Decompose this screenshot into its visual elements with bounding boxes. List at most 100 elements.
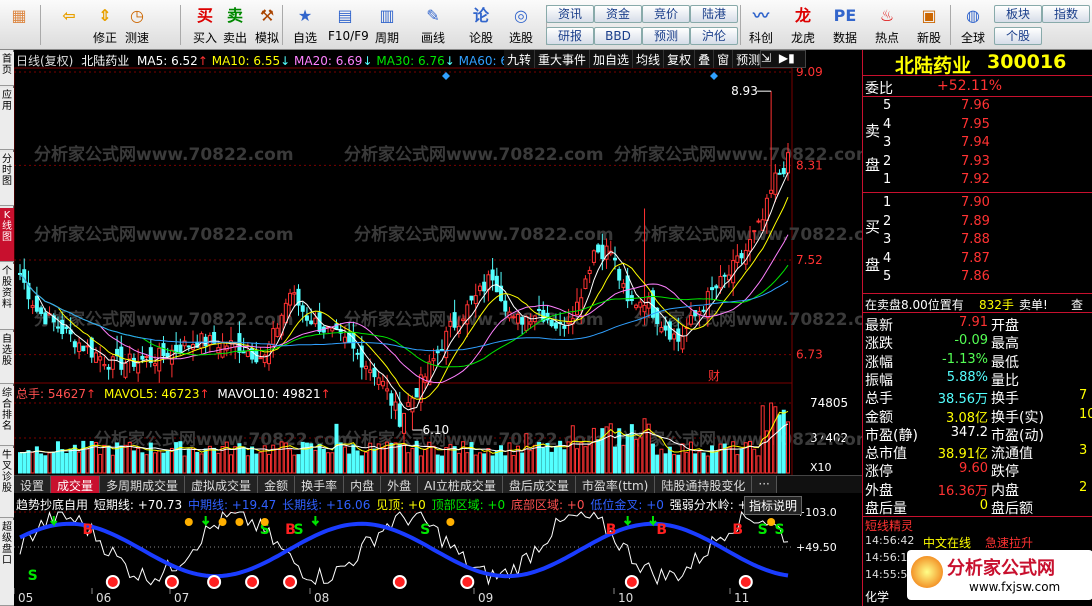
toolbar-button-label: 卖出 (222, 31, 247, 45)
panel-stock-code: 300016 (987, 51, 1067, 73)
toolbar-button-7[interactable]: ⚒ 模拟 (250, 2, 284, 48)
indicator-tab-11[interactable]: 市盈率(ttm) (575, 476, 656, 493)
volume-bar (359, 455, 364, 474)
volume-bar (203, 448, 208, 474)
stat-label: 市盈(静) (865, 427, 918, 444)
volume-bar (380, 447, 385, 474)
toolbar-button-17[interactable]: ♨ 热点 (870, 2, 904, 48)
buy-icon: 买 (196, 6, 213, 25)
volume-bar (596, 439, 601, 474)
side-tab-3[interactable]: 分时图 (0, 152, 14, 206)
side-tab-9[interactable]: 超级盘口 (0, 520, 14, 606)
indicator-tab-9[interactable]: AI立桩成交量 (418, 476, 503, 493)
toolbar-button-16[interactable]: PE 数据 (828, 2, 862, 48)
order-alert-check[interactable]: 查 (1071, 296, 1083, 313)
indicator-tab-6[interactable]: 换手率 (295, 476, 345, 493)
chart-tool-button-2[interactable]: 重大事件 (535, 50, 591, 68)
volume-bar (511, 454, 516, 474)
quick-link-8[interactable]: 沪伦 (690, 27, 738, 45)
indicator-tab-3[interactable]: 多周期成交量 (100, 476, 186, 493)
down-arrow-icon (201, 516, 210, 527)
toolbar-button-6[interactable]: 卖卖出 (218, 2, 252, 48)
stat-label-2: 内盘 (991, 482, 1019, 499)
toolbar-button-10[interactable]: ▥ 周期 (370, 2, 404, 48)
toolbar-button-19[interactable]: ◍ 全球 (956, 2, 990, 48)
indicator-tab-8[interactable]: 外盘 (381, 476, 419, 493)
toolbar-button-1[interactable]: ▦ (2, 2, 36, 48)
candle-body (169, 349, 174, 365)
side-tab-8[interactable]: 牛叉诊股 (0, 448, 14, 518)
volume-bar (110, 454, 115, 474)
candle-body (752, 230, 757, 233)
volume-bar (418, 455, 423, 474)
quick-link-3[interactable]: 竞价 (642, 5, 690, 23)
toolbar-button-14[interactable]: 〰科创 (744, 2, 778, 48)
volume-bar (262, 445, 267, 474)
toolbar-button-3[interactable]: ⇕ 修正 (88, 2, 122, 48)
candle-body (30, 305, 35, 308)
chart-tool-button-1[interactable]: 九转 (504, 50, 536, 68)
toolbar-button-8[interactable]: ★ 自选 (288, 2, 322, 48)
candle-body (490, 269, 495, 281)
indicator-tab-5[interactable]: 金额 (258, 476, 296, 493)
indicator-tab-2[interactable]: 成交量 (51, 476, 101, 493)
elf-stock[interactable]: 中文在线 (923, 534, 971, 551)
quick-link-2[interactable]: 资金 (594, 5, 642, 23)
toolbar-button-12[interactable]: 论论股 (464, 2, 498, 48)
toolbar-button-5[interactable]: 买买入 (188, 2, 222, 48)
stat-label: 最新 (865, 318, 893, 334)
quick-link-11[interactable]: 指数 (1042, 5, 1090, 23)
indicator-tab-7[interactable]: 内盘 (344, 476, 382, 493)
side-tab-4[interactable]: K线图 (0, 208, 14, 262)
quick-link-1[interactable]: 资讯 (546, 5, 594, 23)
volume-bar (714, 451, 719, 474)
chart-tool-button-6[interactable]: 叠 (695, 50, 715, 68)
kline-price-chart[interactable]: 8.936.10财SB S BS S B B B S S (14, 50, 862, 606)
kline-chart-area[interactable]: 9.09 8.31 7.52 6.73 74805 37402 X10 +103.0 +49.5… (14, 50, 862, 606)
toolbar-button-13[interactable]: ◎ 选股 (504, 2, 538, 48)
chart-tool-button-7[interactable]: 窗 (714, 50, 734, 68)
side-tab-5[interactable]: 个股资料 (0, 264, 14, 330)
indicator-tab-10[interactable]: 盘后成交量 (502, 476, 576, 493)
nav-right-icon[interactable]: ▶▮ (779, 51, 795, 65)
quick-link-9[interactable]: 板块 (994, 5, 1042, 23)
indicator-tab-13[interactable]: ··· (752, 476, 777, 493)
chart-tool-button-5[interactable]: 复权 (664, 50, 696, 68)
stat-value-2: 3 (1079, 443, 1088, 459)
volume-bar (85, 448, 90, 474)
ind-name[interactable]: 趋势抄底自用 (16, 498, 88, 512)
candle-body (372, 367, 377, 378)
indicator-tab-4[interactable]: 虚拟成交量 (185, 476, 259, 493)
chart-tool-button-3[interactable]: 加自选 (590, 50, 634, 68)
toolbar-button-label: F10/F9 (328, 29, 369, 43)
volume-bar (410, 448, 415, 474)
candle-body (410, 397, 415, 413)
indicator-tab-1[interactable]: 设置 (14, 476, 52, 493)
quick-link-10[interactable]: 个股 (994, 27, 1042, 45)
toolbar-button-18[interactable]: ▣ 新股 (912, 2, 946, 48)
side-tab-1[interactable]: 首页 (0, 52, 14, 86)
side-tab-7[interactable]: 综合排名 (0, 386, 14, 446)
indicator-tab-12[interactable]: 陆股通持股变化 (655, 476, 753, 493)
toolbar-button-2[interactable]: ⇦ (52, 2, 86, 48)
toolbar-button-15[interactable]: 龙龙虎 (786, 2, 820, 48)
pin-icon[interactable]: ⇲ (761, 51, 771, 65)
candle-body (393, 401, 398, 411)
candle-body (718, 276, 723, 289)
toolbar-button-4[interactable]: ◷ 测速 (120, 2, 154, 48)
candle-body (309, 320, 314, 325)
quick-link-5[interactable]: 研报 (546, 27, 594, 45)
quick-link-4[interactable]: 陆港 (690, 5, 738, 23)
volume-bar (528, 450, 533, 474)
quick-link-7[interactable]: 预测 (642, 27, 690, 45)
side-tab-6[interactable]: 自选股 (0, 332, 14, 384)
toolbar-button-11[interactable]: ✎ 画线 (416, 2, 450, 48)
volume-bar (182, 455, 187, 474)
quick-link-6[interactable]: BBD (594, 27, 642, 45)
toolbar-button-9[interactable]: ▤ F10/F9 (328, 2, 369, 48)
legend-period[interactable]: 日线(复权) (16, 54, 73, 68)
side-tab-2[interactable]: 应用 (0, 88, 14, 150)
chart-tool-button-4[interactable]: 均线 (633, 50, 665, 68)
candle-body (207, 335, 212, 345)
indicator-help-button[interactable]: 指标说明 (744, 496, 803, 515)
